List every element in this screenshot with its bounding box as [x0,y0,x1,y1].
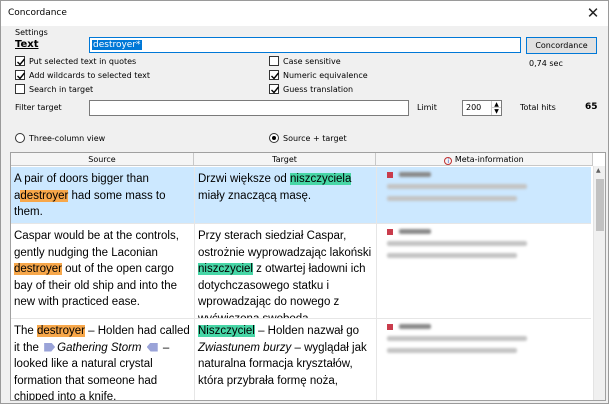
header-meta[interactable]: i Meta-information [376,153,593,166]
italic-text: Gathering Storm [57,341,142,354]
source-text: Caspar would be at the controls, gently … [14,230,179,308]
source-target-label: Source + target [283,134,347,143]
source-text: A pair of doors bigger than adestroyer h… [14,173,166,218]
source-match-highlight: destroyer [14,263,62,275]
target-cell: Niszczyciel – Holden nazwał go Zwiastune… [195,319,376,400]
limit-label: Limit [417,103,437,112]
target-match-highlight: niszczyciela [290,173,352,185]
meta-redacted [399,324,431,329]
segment-text: miały znaczącą masę. [198,189,312,202]
segment-text: The [14,325,38,337]
flag-icon [387,229,393,235]
target-cell: Przy sterach siedział Caspar, ostrożnie … [195,224,376,318]
vertical-scrollbar[interactable]: ▲ [593,166,605,400]
meta-redacted [399,229,431,234]
put-selected-label: Put selected text in quotes [29,57,137,66]
formatting-tag-icon [44,342,56,352]
target-text: Niszczyciel – Holden nazwał go Zwiastune… [198,325,367,387]
results-grid: Source Target i Meta-information A pair … [10,152,606,401]
filter-target-label: Filter target [15,103,62,112]
target-text: Przy sterach siedział Caspar, ostrożnie … [198,230,371,318]
source-match-highlight: destroyer [37,325,85,337]
scrollbar-thumb[interactable] [596,179,604,231]
meta-redacted [387,336,527,341]
add-wildcards-checkbox[interactable] [15,70,26,80]
segment-text: – Holden nazwał go [254,325,360,337]
concordance-button[interactable]: Concordance [526,37,597,54]
flag-icon [387,324,393,330]
search-target-checkbox[interactable] [15,84,25,94]
case-sensitive-checkbox[interactable] [269,56,279,66]
guess-translation-checkbox[interactable] [269,84,280,94]
meta-redacted [399,172,431,177]
text-search-input[interactable]: destroyer* [89,37,521,53]
put-selected-checkbox[interactable] [15,56,26,66]
checkmark-icon [271,86,280,94]
numeric-equivalence-checkbox[interactable] [269,70,280,80]
numeric-equivalence-label: Numeric equivalence [283,71,368,80]
guess-translation-label: Guess translation [283,85,354,94]
source-cell: Caspar would be at the controls, gently … [11,224,194,318]
source-cell: The destroyer – Holden had called it the… [11,319,194,400]
header-source[interactable]: Source [11,153,194,166]
case-sensitive-label: Case sensitive [283,57,341,66]
limit-stepper[interactable]: 200 ▲ ▼ [462,100,502,116]
segment-text: Caspar would be at the controls, gently … [14,230,179,259]
flag-icon [387,172,393,178]
meta-cell [377,167,591,223]
table-row[interactable]: A pair of doors bigger than adestroyer h… [11,167,591,223]
scroll-up-icon[interactable]: ▲ [596,167,601,174]
source-match-highlight: destroyer [20,189,69,202]
target-match-highlight: niszczyciel [198,263,253,275]
title-bar: Concordance ✕ [1,1,608,26]
text-search-value: destroyer* [92,40,142,50]
segment-text: Drzwi większe od [198,173,291,185]
concordance-window: Concordance ✕ Settings Text destroyer* C… [0,0,609,404]
row-divider [11,223,591,224]
target-match-highlight: Niszczyciel [198,325,255,337]
meta-redacted [387,184,527,189]
segment-text [142,342,145,354]
italic-text: Zwiastunem burzy [198,341,292,354]
meta-redacted [387,241,527,246]
table-row[interactable]: Caspar would be at the controls, gently … [11,224,591,318]
filter-target-input[interactable] [89,100,409,116]
source-cell: A pair of doors bigger than adestroyer h… [11,167,194,223]
three-column-label: Three-column view [29,134,106,143]
meta-redacted [387,196,517,201]
meta-cell [377,319,591,400]
target-cell: Drzwi większe od niszczyciela miały znac… [195,167,376,223]
table-row[interactable]: The destroyer – Holden had called it the… [11,319,591,400]
source-target-radio[interactable] [269,133,279,143]
add-wildcards-label: Add wildcards to selected text [29,71,151,80]
close-icon[interactable]: ✕ [583,3,603,23]
limit-value: 200 [466,103,482,112]
total-hits-label: Total hits [520,103,556,112]
source-text: The destroyer – Holden had called it the… [14,325,190,400]
total-hits-value: 65 [585,102,598,112]
meta-redacted [387,253,517,258]
window-title: Concordance [8,8,67,18]
formatting-tag-icon [146,342,158,352]
checkmark-icon [17,58,26,66]
search-target-label: Search in target [29,85,94,94]
meta-cell [377,224,591,318]
three-column-radio[interactable] [15,133,25,143]
meta-redacted [387,348,517,353]
search-time: 0,74 sec [529,59,563,68]
target-text: Drzwi większe od niszczyciela miały znac… [198,173,352,202]
spin-up-icon[interactable]: ▲ [491,101,501,108]
info-icon: i [444,157,453,165]
checkmark-icon [271,72,280,80]
spin-down-icon[interactable]: ▼ [491,108,501,115]
checkmark-icon [17,72,26,80]
header-meta-label: Meta-information [454,155,524,164]
segment-text: Przy sterach siedział Caspar, ostrożnie … [198,230,372,259]
text-label: Text [15,39,39,50]
header-target[interactable]: Target [194,153,376,166]
settings-group-label: Settings [15,28,48,37]
